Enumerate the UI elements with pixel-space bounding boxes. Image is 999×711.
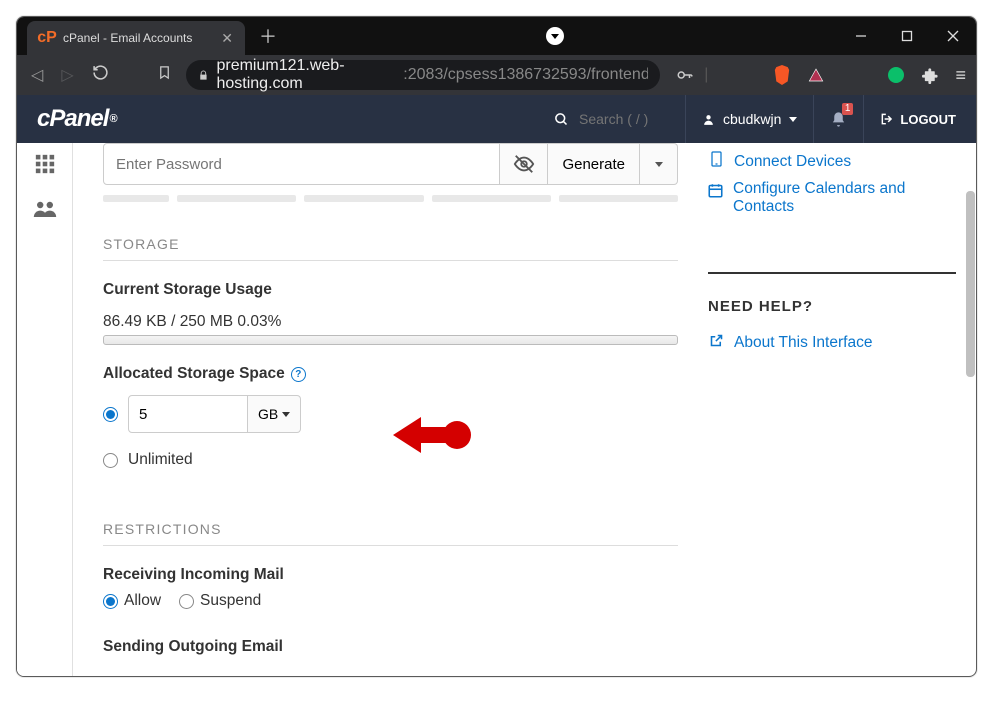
- bookmark-icon[interactable]: [153, 61, 176, 89]
- browser-titlebar: cP cPanel - Email Accounts ✕ ＋: [17, 17, 976, 55]
- user-caret-icon: [789, 117, 797, 122]
- usage-progress-bar: [103, 335, 678, 345]
- toggle-visibility-button[interactable]: [500, 143, 548, 185]
- window-close-button[interactable]: [930, 17, 976, 55]
- unlimited-label: Unlimited: [128, 451, 193, 469]
- sending-mail-label: Sending Outgoing Email: [103, 638, 678, 656]
- external-link-icon: [708, 333, 724, 353]
- browser-tab[interactable]: cP cPanel - Email Accounts ✕: [27, 21, 245, 55]
- nav-forward-button[interactable]: ▷: [57, 61, 77, 89]
- lock-icon: [198, 69, 209, 82]
- connect-devices-link[interactable]: Connect Devices: [708, 151, 956, 172]
- key-icon[interactable]: [676, 66, 694, 84]
- cpanel-logo[interactable]: cPanel®: [37, 105, 117, 133]
- url-host: premium121.web-hosting.com: [216, 57, 395, 93]
- notifications-button[interactable]: 1: [814, 95, 864, 143]
- new-tab-button[interactable]: ＋: [259, 23, 277, 49]
- triangle-icon[interactable]: [807, 66, 825, 84]
- user-icon: [702, 113, 715, 126]
- extensions-icon[interactable]: [921, 66, 939, 84]
- about-interface-link[interactable]: About This Interface: [708, 333, 956, 353]
- generate-options-button[interactable]: [640, 143, 678, 185]
- receiving-suspend-radio[interactable]: [179, 594, 194, 609]
- caret-down-icon: [282, 412, 290, 417]
- url-path: :2083/cpsess1386732593/frontend/pap…: [403, 66, 648, 84]
- sidebar-grid-icon[interactable]: [34, 153, 56, 181]
- eye-slash-icon: [513, 153, 535, 175]
- nav-reload-button[interactable]: [88, 60, 113, 90]
- main-content: Generate STORAGE Current Storage Usage 8…: [73, 143, 708, 676]
- password-strength-meter: [103, 195, 678, 202]
- nav-back-button[interactable]: ◁: [27, 61, 47, 89]
- logout-button[interactable]: LOGOUT: [864, 112, 956, 127]
- user-menu[interactable]: cbudkwjn: [685, 95, 814, 143]
- extension-green-icon[interactable]: [887, 66, 905, 84]
- configure-calendars-link[interactable]: Configure Calendars and Contacts: [708, 180, 956, 216]
- scrollbar[interactable]: [966, 191, 975, 377]
- browser-address-bar: ◁ ▷ premium121.web-hosting.com :2083/cpse…: [17, 55, 976, 95]
- current-usage-value: 86.49 KB / 250 MB 0.03%: [103, 313, 678, 331]
- password-input[interactable]: [103, 143, 500, 185]
- window-minimize-button[interactable]: [838, 17, 884, 55]
- allow-label: Allow: [124, 592, 161, 610]
- generate-button[interactable]: Generate: [548, 143, 640, 185]
- search-icon: [554, 112, 569, 127]
- header-search[interactable]: [554, 111, 669, 127]
- brave-shield-icon[interactable]: [773, 66, 791, 84]
- cpanel-favicon-icon: cP: [39, 30, 55, 46]
- allocated-unlimited-radio[interactable]: [103, 453, 118, 468]
- help-icon[interactable]: ?: [291, 367, 306, 382]
- receiving-mail-label: Receiving Incoming Mail: [103, 566, 678, 584]
- right-panel: Connect Devices Configure Calendars and …: [708, 143, 976, 676]
- sidebar-users-icon[interactable]: [33, 199, 57, 225]
- window-maximize-button[interactable]: [884, 17, 930, 55]
- username: cbudkwjn: [723, 111, 781, 127]
- search-input[interactable]: [579, 111, 669, 127]
- need-help-heading: NEED HELP?: [708, 298, 956, 315]
- allocated-storage-label: Allocated Storage Space ?: [103, 365, 678, 383]
- sidebar: [17, 143, 73, 676]
- suspend-label: Suspend: [200, 592, 261, 610]
- mobile-icon: [708, 151, 724, 172]
- current-usage-label: Current Storage Usage: [103, 281, 678, 299]
- restrictions-section-title: RESTRICTIONS: [103, 521, 678, 546]
- calendar-icon: [708, 183, 723, 203]
- storage-section-title: STORAGE: [103, 236, 678, 261]
- browser-menu-icon[interactable]: ≡: [955, 65, 966, 86]
- allocated-custom-radio[interactable]: [103, 407, 118, 422]
- receiving-allow-radio[interactable]: [103, 594, 118, 609]
- tab-title: cPanel - Email Accounts: [63, 31, 213, 45]
- cpanel-header: cPanel® cbudkwjn 1 LOGOUT: [17, 95, 976, 143]
- allocated-size-input[interactable]: [128, 395, 248, 433]
- notification-badge: 1: [842, 103, 854, 115]
- tab-close-icon[interactable]: ✕: [221, 30, 233, 47]
- allocated-unit-select[interactable]: GB: [248, 395, 301, 433]
- chevron-down-circle-icon[interactable]: [546, 27, 564, 45]
- logout-icon: [880, 112, 894, 126]
- url-bar[interactable]: premium121.web-hosting.com :2083/cpsess13…: [186, 60, 661, 90]
